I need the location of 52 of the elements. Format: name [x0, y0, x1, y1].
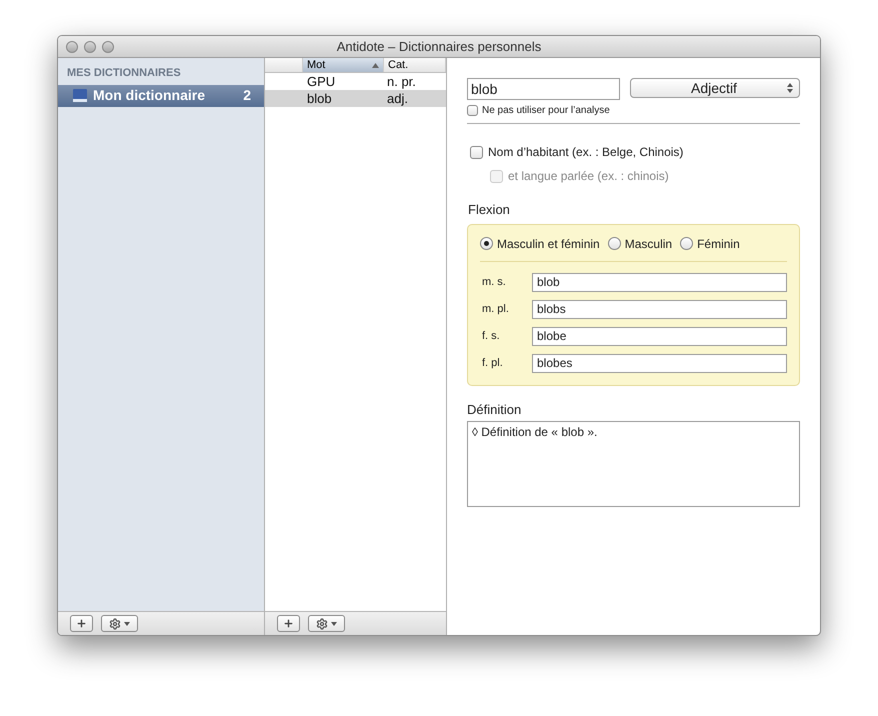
action-menu-button[interactable] — [308, 615, 345, 632]
action-menu-button[interactable] — [101, 615, 138, 632]
stepper-arrows-icon — [787, 83, 793, 93]
category-cell-text: n. pr. — [386, 72, 416, 91]
form-label: m. s. — [481, 274, 507, 290]
checkbox[interactable] — [470, 146, 483, 158]
section-title: Définition — [467, 400, 522, 418]
window-title: Antidote – Dictionnaires personnels — [336, 38, 542, 56]
checkbox-label: et langue parlée (ex. : chinois) — [508, 168, 669, 185]
book-icon — [73, 89, 87, 102]
caret-icon — [331, 622, 337, 626]
category-dropdown[interactable]: Adjectif — [630, 78, 800, 98]
definition-field[interactable]: ◊ Définition de « blob ». — [467, 421, 800, 507]
entry-count: 2 — [243, 86, 251, 105]
form-label: f. s. — [481, 328, 501, 344]
word-cell-text: GPU — [306, 72, 336, 91]
checkbox-label: Nom d’habitant (ex. : Belge, Chinois) — [488, 144, 684, 161]
category-cell-text: adj. — [386, 90, 408, 108]
radio-button[interactable] — [480, 237, 493, 250]
plus-icon — [283, 618, 294, 629]
add-button[interactable] — [70, 615, 93, 632]
column-header[interactable]: Cat. — [384, 58, 446, 72]
add-button[interactable] — [277, 615, 300, 632]
radio-label: Féminin — [697, 236, 740, 252]
form-label: m. pl. — [481, 302, 510, 317]
form-field[interactable]: blobs — [532, 300, 787, 318]
radio-button[interactable] — [680, 237, 694, 250]
form-label: f. pl. — [481, 356, 504, 371]
sort-arrow-icon — [372, 62, 379, 68]
checkbox-label: Ne pas utiliser pour l’analyse — [482, 104, 610, 118]
window-control[interactable] — [102, 40, 114, 52]
section-title: Flexion — [467, 201, 511, 219]
gear-icon — [109, 618, 121, 630]
form-field[interactable]: blobe — [532, 326, 787, 346]
column-header[interactable]: Mot — [303, 58, 384, 72]
window-control[interactable] — [66, 40, 78, 52]
caret-icon — [124, 622, 130, 626]
gear-icon — [316, 618, 328, 630]
radio-button[interactable] — [608, 237, 621, 250]
radio-label: Masculin et féminin — [497, 236, 600, 252]
sidebar-heading: MES DICTIONNAIRES — [66, 66, 182, 81]
word-field[interactable]: blob — [467, 78, 620, 100]
word-row[interactable]: blob adj. — [265, 90, 446, 107]
plus-icon — [76, 618, 87, 629]
radio-label: Masculin — [624, 236, 672, 252]
form-field[interactable]: blobes — [532, 354, 787, 372]
checkbox[interactable] — [467, 105, 478, 116]
dictionary-name: Mon dictionnaire — [93, 86, 206, 105]
word-cell-text: blob — [306, 90, 333, 108]
sidebar-item[interactable]: Mon dictionnaire 2 — [58, 84, 264, 106]
form-field[interactable]: blob — [532, 272, 787, 292]
window-control[interactable] — [84, 40, 96, 52]
